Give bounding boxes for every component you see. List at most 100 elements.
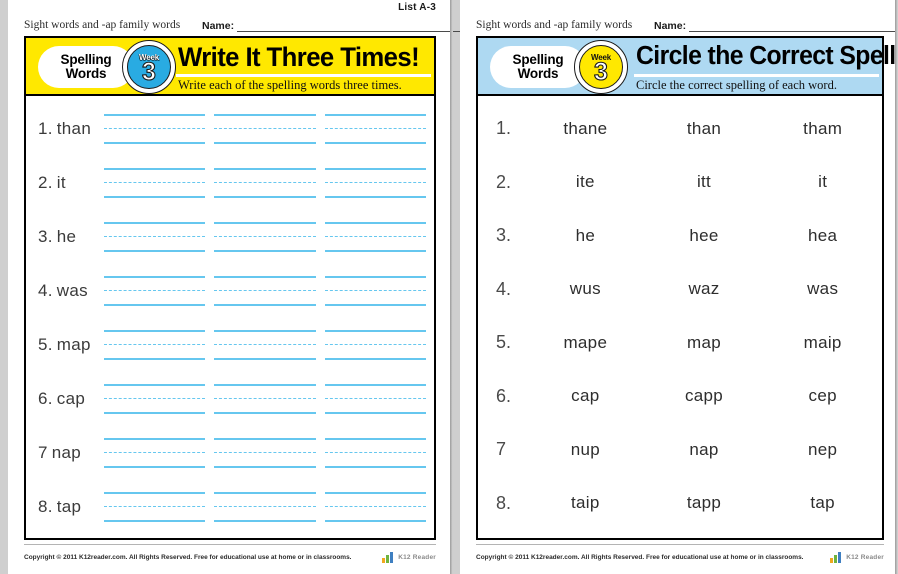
writing-line-bottom xyxy=(214,250,316,252)
week-badge-number-left: 3 xyxy=(142,57,157,86)
writing-line-mid-dashed xyxy=(324,236,426,237)
k12reader-logo-right[interactable]: K12 Reader xyxy=(830,552,884,563)
brand-name-right: K12 Reader xyxy=(846,554,884,561)
writing-line-bottom xyxy=(104,304,206,306)
meta-row-right: Sight words and -ap family words Name: xyxy=(476,19,898,35)
writing-line[interactable] xyxy=(104,276,206,306)
k12reader-logo-left[interactable]: K12 Reader xyxy=(382,552,436,563)
writing-line-bottom xyxy=(214,142,316,144)
worksheet-box-right: Spelling Words Week 3 Circle the Correct… xyxy=(476,36,898,540)
writing-line-top xyxy=(104,276,206,278)
writing-line-top xyxy=(214,330,316,332)
spelling-choice[interactable]: map xyxy=(645,333,764,353)
writing-line[interactable] xyxy=(214,168,316,198)
choice-row-number: 6. xyxy=(496,385,512,406)
choice-options: nup nap nep xyxy=(526,440,882,460)
footer-left: Copyright © 2011 K12reader.com. All Righ… xyxy=(24,544,436,566)
writing-line-bottom xyxy=(214,412,316,414)
writing-line-bottom xyxy=(324,466,426,468)
choice-options: cap capp cep xyxy=(526,386,882,406)
spelling-choice[interactable]: ite xyxy=(526,172,645,192)
spelling-choice[interactable]: he xyxy=(526,226,645,246)
write-row-word: he xyxy=(56,227,77,246)
writing-line[interactable] xyxy=(324,168,426,198)
writing-line-top xyxy=(214,168,316,170)
write-row-label: 3. he xyxy=(26,227,104,247)
spelling-choice[interactable]: was xyxy=(763,279,882,299)
brand-name-left: K12 Reader xyxy=(398,554,436,561)
spelling-choice[interactable]: cep xyxy=(763,386,882,406)
write-row-number: 3. xyxy=(38,227,53,246)
writing-line-bottom xyxy=(324,142,426,144)
spelling-choice[interactable]: maip xyxy=(763,333,882,353)
spelling-choice[interactable]: taip xyxy=(526,493,645,513)
choice-row-number: 7 xyxy=(496,439,507,460)
spelling-choice[interactable]: nap xyxy=(645,440,764,460)
spelling-choice[interactable]: tapp xyxy=(645,493,764,513)
name-field-left[interactable]: Name: xyxy=(202,20,462,32)
worksheet-page-pair: List A-3 Sight words and -ap family word… xyxy=(0,0,898,574)
write-row-label: 2. it xyxy=(26,173,104,193)
spelling-choice[interactable]: hee xyxy=(645,226,764,246)
writing-line[interactable] xyxy=(324,492,426,522)
writing-line-mid-dashed xyxy=(324,182,426,183)
writing-line[interactable] xyxy=(214,384,316,414)
writing-line[interactable] xyxy=(104,438,206,468)
writing-line[interactable] xyxy=(324,384,426,414)
writing-line-top xyxy=(104,492,206,494)
write-row-label: 8. tap xyxy=(26,497,104,517)
writing-line[interactable] xyxy=(104,222,206,252)
writing-line[interactable] xyxy=(324,114,426,144)
writing-line-bottom xyxy=(324,358,426,360)
writing-line[interactable] xyxy=(324,222,426,252)
writing-line[interactable] xyxy=(214,114,316,144)
choice-options: thane than tham xyxy=(526,119,882,139)
write-row-word: it xyxy=(56,173,66,192)
writing-line[interactable] xyxy=(104,384,206,414)
spelling-choice[interactable]: it xyxy=(763,172,882,192)
spelling-choice[interactable]: wus xyxy=(526,279,645,299)
spelling-choice[interactable]: hea xyxy=(763,226,882,246)
spelling-choice[interactable]: waz xyxy=(645,279,764,299)
spelling-choice[interactable]: nep xyxy=(763,440,882,460)
spelling-choice[interactable]: tap xyxy=(763,493,882,513)
writing-line[interactable] xyxy=(104,168,206,198)
writing-line[interactable] xyxy=(214,330,316,360)
choice-row: 4. wus waz was xyxy=(478,263,882,317)
spelling-choice[interactable]: than xyxy=(645,119,764,139)
name-field-right[interactable]: Name: xyxy=(654,20,898,32)
writing-line-mid-dashed xyxy=(214,182,316,183)
writing-line[interactable] xyxy=(104,330,206,360)
writing-line-bottom xyxy=(324,196,426,198)
write-row-label: 7 nap xyxy=(26,443,104,463)
writing-line-top xyxy=(214,276,316,278)
writing-line[interactable] xyxy=(324,438,426,468)
writing-line[interactable] xyxy=(214,438,316,468)
writing-line[interactable] xyxy=(324,276,426,306)
writing-line[interactable] xyxy=(214,222,316,252)
writing-line[interactable] xyxy=(324,330,426,360)
writing-line-mid-dashed xyxy=(324,128,426,129)
spelling-choice[interactable]: thane xyxy=(526,119,645,139)
writing-line-top xyxy=(214,222,316,224)
name-blank-line-left[interactable] xyxy=(237,21,462,32)
writing-line[interactable] xyxy=(214,276,316,306)
footer-right: Copyright © 2011 K12reader.com. All Righ… xyxy=(476,544,884,566)
writing-line[interactable] xyxy=(214,492,316,522)
spelling-choice[interactable]: nup xyxy=(526,440,645,460)
worksheet-title-right: Circle the Correct Spelling xyxy=(636,42,898,70)
writing-line[interactable] xyxy=(104,492,206,522)
spelling-choice[interactable]: tham xyxy=(763,119,882,139)
spelling-choice[interactable]: itt xyxy=(645,172,764,192)
worksheet-title-left: Write It Three Times! xyxy=(178,42,420,72)
write-row-label: 1. than xyxy=(26,119,104,139)
writing-line[interactable] xyxy=(104,114,206,144)
spelling-choice[interactable]: mape xyxy=(526,333,645,353)
choice-row: 1. thane than tham xyxy=(478,102,882,156)
spelling-choice[interactable]: cap xyxy=(526,386,645,406)
write-row-word: cap xyxy=(56,389,86,408)
writing-line-mid-dashed xyxy=(214,506,316,507)
spelling-choice[interactable]: capp xyxy=(645,386,764,406)
writing-line-top xyxy=(214,384,316,386)
name-blank-line-right[interactable] xyxy=(689,21,898,32)
